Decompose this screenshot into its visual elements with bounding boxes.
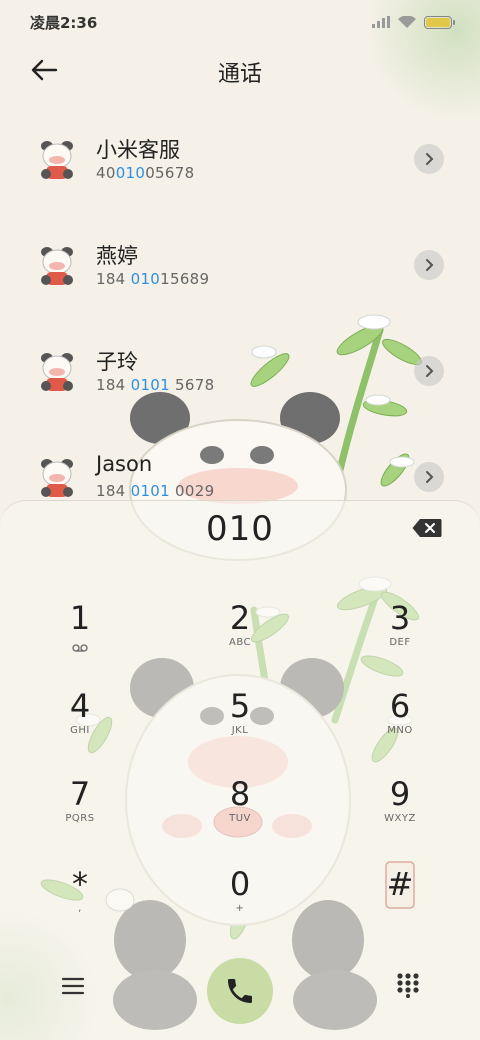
keypad-icon[interactable] <box>396 972 420 998</box>
page-title: 通话 <box>217 62 262 87</box>
status-bar: 凌晨2:36 <box>0 0 480 44</box>
chevron-right-icon <box>426 259 434 271</box>
match-highlight: 0101 <box>130 376 170 394</box>
dialpad-key-0[interactable]: 0 + <box>185 865 295 945</box>
dialpad-key-3[interactable]: 3 DEF <box>345 599 455 679</box>
status-time: 凌晨2:36 <box>30 13 98 32</box>
phone-icon <box>228 979 252 1003</box>
battery-icon <box>424 15 455 29</box>
panda-avatar-icon <box>41 141 73 179</box>
menu-icon[interactable] <box>60 975 86 997</box>
wifi-icon <box>398 16 416 28</box>
voicemail-icon <box>72 644 88 652</box>
contact-detail-button[interactable] <box>414 462 444 492</box>
signal-icon <box>372 16 390 28</box>
contact-number: 4001005678 <box>96 164 195 182</box>
contact-item[interactable]: 小米客服 4001005678 <box>0 120 480 210</box>
contact-detail-button[interactable] <box>414 250 444 280</box>
chevron-right-icon <box>426 471 434 483</box>
dialpad-key-1[interactable]: 1 <box>25 599 135 679</box>
dialpad-key-6[interactable]: 6 MNO <box>345 687 455 767</box>
dialpad-key-pound[interactable]: # <box>345 865 455 945</box>
dialpad-key-8[interactable]: 8 TUV <box>185 775 295 855</box>
match-highlight: 0101 <box>130 482 170 500</box>
call-button[interactable] <box>207 958 273 1024</box>
contact-name: 子玲 <box>96 350 138 374</box>
dialpad-bottom-bar <box>0 941 480 1031</box>
panda-avatar-icon <box>41 247 73 285</box>
backspace-icon[interactable] <box>412 518 442 538</box>
match-highlight: 010 <box>130 270 161 288</box>
dialpad-panel: 010 1 2 ABC 3 DEF 4 GHI 5 JKL 6 MNO 7 PQ… <box>0 500 480 1040</box>
status-icons <box>372 15 455 29</box>
contact-number: 184 0101 0029 <box>96 482 215 500</box>
dialpad-key-7[interactable]: 7 PQRS <box>25 775 135 855</box>
panda-avatar-icon <box>41 459 73 497</box>
chevron-right-icon <box>426 153 434 165</box>
contact-item[interactable]: 子玲 184 0101 5678 <box>0 332 480 422</box>
dialpad-key-2[interactable]: 2 ABC <box>185 599 295 679</box>
chevron-right-icon <box>426 365 434 377</box>
contact-detail-button[interactable] <box>414 144 444 174</box>
dialpad-key-star[interactable]: * , <box>25 865 135 945</box>
dialpad-key-4[interactable]: 4 GHI <box>25 687 135 767</box>
header: 通话 <box>0 48 480 92</box>
dialpad-key-5[interactable]: 5 JKL <box>185 687 295 767</box>
contact-number: 184 01015689 <box>96 270 210 288</box>
match-highlight: 010 <box>115 164 146 182</box>
contact-name: 小米客服 <box>96 138 180 162</box>
dialpad-key-9[interactable]: 9 WXYZ <box>345 775 455 855</box>
contact-number: 184 0101 5678 <box>96 376 215 394</box>
contact-name: 燕婷 <box>96 244 138 268</box>
dialed-number-display[interactable]: 010 <box>0 509 480 549</box>
panda-avatar-icon <box>41 353 73 391</box>
contact-detail-button[interactable] <box>414 356 444 386</box>
contact-name: Jason <box>96 452 153 476</box>
contact-item[interactable]: 燕婷 184 01015689 <box>0 226 480 316</box>
